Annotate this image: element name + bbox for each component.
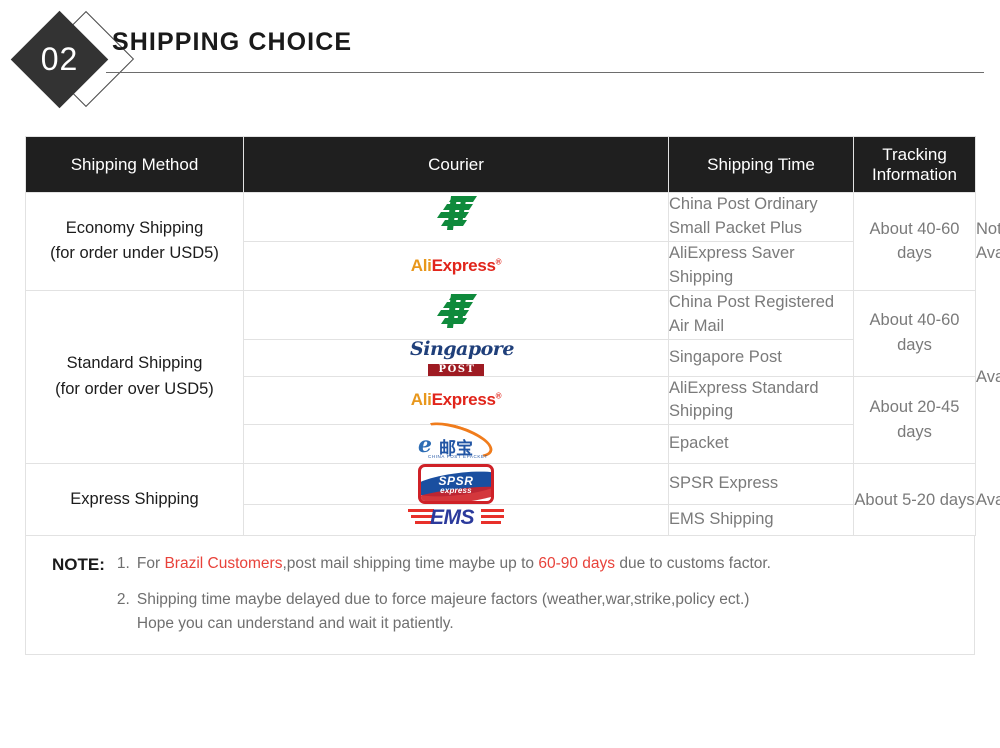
courier-name: China Post Ordinary Small Packet Plus bbox=[668, 192, 854, 242]
note-highlight-brazil: Brazil Customers bbox=[164, 555, 283, 573]
courier-logo-cell: Singapore POST bbox=[243, 337, 669, 377]
courier-logo-cell bbox=[243, 289, 669, 340]
courier-logo-cell: EMS bbox=[243, 504, 669, 537]
method-cell-express: Express Shipping bbox=[25, 463, 244, 537]
courier-name: SPSR Express bbox=[668, 463, 854, 506]
shipping-table-area: Shipping Method Courier Shipping Time Tr… bbox=[25, 136, 1000, 656]
aliexpress-logo-trademark: ® bbox=[495, 257, 502, 267]
note-item-2-line2: Hope you can understand and wait it pati… bbox=[136, 615, 454, 633]
ems-stripe-right-2 bbox=[481, 515, 504, 519]
aliexpress-logo-part1: Ali bbox=[410, 255, 432, 275]
column-header-shipping-time: Shipping Time bbox=[668, 136, 854, 193]
china-post-logo bbox=[433, 292, 479, 337]
economy-method-line1: Economy Shipping bbox=[65, 218, 204, 237]
table-row: Standard Shipping (for order over USD5) bbox=[25, 289, 1000, 465]
shipping-choice-page: 02 SHIPPING CHOICE Shipping Method Couri… bbox=[0, 0, 1000, 748]
standard-method-line2: (for order over USD5) bbox=[55, 380, 214, 399]
table-row: Express Shipping SPSR express SPSR Expre… bbox=[25, 463, 1000, 537]
courier-logo-cell: SPSR express bbox=[243, 463, 669, 506]
note-highlight-days: 60-90 days bbox=[538, 555, 616, 573]
table-header-row: Shipping Method Courier Shipping Time Tr… bbox=[25, 136, 976, 193]
note-item-1-suffix: due to customs factor. bbox=[615, 555, 771, 573]
note-item-2-number: 2. bbox=[116, 591, 130, 609]
courier-name: AliExpress Saver Shipping bbox=[668, 240, 854, 291]
column-header-courier: Courier bbox=[243, 136, 669, 193]
spsr-express-logo: SPSR express bbox=[418, 464, 494, 505]
ems-logo: EMS bbox=[408, 505, 504, 535]
aliexpress-logo: AliExpress® bbox=[411, 390, 502, 410]
tracking-header-line2: Information bbox=[871, 164, 958, 184]
ems-stripe-right-1 bbox=[481, 509, 504, 513]
china-post-logo bbox=[433, 194, 479, 239]
note-item-1: 1. For Brazil Customers,post mail shippi… bbox=[117, 552, 956, 576]
shipping-time-standard-group1: About 40-60 days bbox=[853, 289, 976, 377]
aliexpress-logo: AliExpress® bbox=[411, 256, 502, 276]
badge-number-label: 02 bbox=[40, 41, 79, 77]
table-header: Shipping Method Courier Shipping Time Tr… bbox=[25, 136, 976, 193]
spsr-logo-sub: express bbox=[440, 486, 472, 496]
ems-logo-text: EMS bbox=[430, 506, 475, 530]
section-number-badge: 02 bbox=[10, 10, 135, 109]
note-item-1-middle: ,post mail shipping time maybe up to bbox=[282, 555, 539, 573]
note-row: NOTE: 1. For Brazil Customers,post mail … bbox=[52, 552, 956, 636]
column-header-tracking-information: Tracking Information bbox=[853, 136, 976, 193]
singapore-post-badge: POST bbox=[427, 363, 485, 376]
courier-name: Singapore Post bbox=[668, 338, 854, 377]
courier-logo-cell: AliExpress® bbox=[243, 240, 669, 291]
courier-logo-cell bbox=[243, 192, 669, 242]
note-section: NOTE: 1. For Brazil Customers,post mail … bbox=[25, 536, 975, 656]
economy-method-line2: (for order under USD5) bbox=[50, 244, 219, 263]
shipping-time-standard-group2: About 20-45 days bbox=[853, 375, 976, 465]
singapore-post-logo: Singapore POST bbox=[410, 337, 514, 376]
shipping-time-economy: About 40-60 days bbox=[853, 192, 976, 291]
shipping-time-express: About 5-20 days bbox=[853, 463, 976, 537]
note-item-1-prefix: For bbox=[136, 555, 165, 573]
epacket-subtext: CHINA POST EPACKET bbox=[428, 454, 488, 460]
method-cell-economy: Economy Shipping (for order under USD5) bbox=[25, 192, 244, 291]
aliexpress-logo-part2: Express bbox=[431, 390, 496, 410]
page-header: 02 SHIPPING CHOICE bbox=[0, 0, 1000, 118]
page-title: SHIPPING CHOICE bbox=[112, 28, 353, 56]
table-body: Economy Shipping (for order under USD5) bbox=[25, 192, 1000, 537]
courier-name: Epacket bbox=[668, 424, 854, 465]
table-row: Economy Shipping (for order under USD5) bbox=[25, 192, 1000, 291]
aliexpress-logo-part1: Ali bbox=[410, 390, 432, 410]
column-header-shipping-method: Shipping Method bbox=[25, 136, 244, 193]
courier-logo-cell: e 邮宝 CHINA POST EPACKET bbox=[243, 415, 669, 466]
note-item-2: 2. Shipping time maybe delayed due to fo… bbox=[117, 588, 956, 636]
epacket-logo: e 邮宝 CHINA POST EPACKET bbox=[412, 415, 500, 466]
shipping-table: Shipping Method Courier Shipping Time Tr… bbox=[25, 136, 1000, 537]
ems-stripe-right-3 bbox=[481, 521, 501, 525]
note-item-2-text: Shipping time maybe delayed due to force… bbox=[137, 588, 956, 636]
method-cell-standard: Standard Shipping (for order over USD5) bbox=[25, 289, 244, 465]
note-label: NOTE: bbox=[52, 555, 105, 575]
header-divider bbox=[106, 72, 984, 73]
standard-method-line1: Standard Shipping bbox=[66, 354, 203, 373]
note-item-1-text: For Brazil Customers,post mail shipping … bbox=[137, 552, 956, 576]
courier-name: AliExpress Standard Shipping bbox=[668, 375, 854, 426]
courier-name: China Post Registered Air Mail bbox=[668, 289, 854, 340]
courier-logo-cell: AliExpress® bbox=[243, 375, 669, 426]
aliexpress-logo-part2: Express bbox=[431, 255, 496, 275]
singapore-post-script: Singapore bbox=[410, 337, 514, 360]
note-list: 1. For Brazil Customers,post mail shippi… bbox=[117, 552, 956, 636]
aliexpress-logo-trademark: ® bbox=[495, 391, 502, 401]
courier-name: EMS Shipping bbox=[668, 504, 854, 537]
note-item-2-line1: Shipping time maybe delayed due to force… bbox=[136, 591, 750, 609]
note-item-1-number: 1. bbox=[116, 555, 130, 573]
tracking-header-line1: Tracking bbox=[882, 144, 947, 164]
